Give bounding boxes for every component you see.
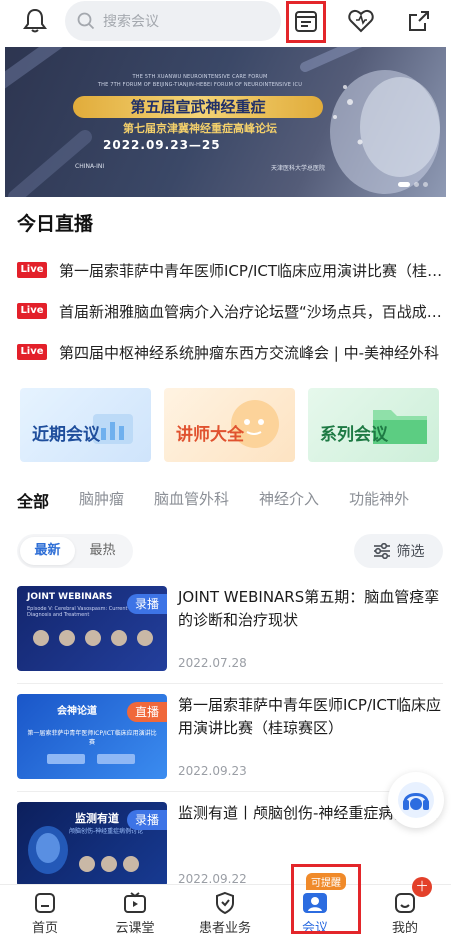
- meeting-date: 2022.07.28: [178, 656, 247, 670]
- carousel-dots[interactable]: [398, 182, 428, 187]
- replay-tag: 录播: [127, 594, 167, 614]
- filter-sliders-icon: [373, 543, 390, 559]
- nav-label: 首页: [31, 921, 58, 936]
- topic-tabs: 全部 脑肿瘤 脑血管外科 神经介入 功能神外: [17, 488, 439, 512]
- live-item[interactable]: Live 首届新湘雅脑血管病介入治疗论坛暨“沙场点兵，百战成钢”: [17, 299, 447, 323]
- banner-title: 第五届宣武神经重症: [73, 96, 323, 118]
- banner-subtitle: 第七届京津冀神经重症高峰论坛: [123, 122, 277, 135]
- category-label: 讲师大全: [176, 425, 244, 445]
- bottom-nav: 首页 云课堂 患者业务 可提醒 会议 十 我的: [0, 873, 451, 936]
- meeting-thumbnail: 监测有道 颅脑创伤-神经重症病例讨论 录播: [17, 802, 167, 887]
- banner-en-line-2: THE 7TH FORUM OF BEIJING-TIANJIN-HEBEI F…: [97, 82, 303, 88]
- tab-brain-tumor[interactable]: 脑肿瘤: [79, 488, 124, 512]
- headset-icon: [398, 782, 434, 818]
- live-item[interactable]: Live 第一届索菲萨中青年医师ICP/ICT临床应用演讲比赛（桂琼赛区）: [17, 258, 447, 282]
- highlight-box-calendar: [286, 1, 326, 43]
- meeting-list-item[interactable]: 会神论道 第一届索菲萨中青年医师ICP/ICT临床应用演讲比赛 直播 第一届索菲…: [17, 694, 443, 790]
- customer-service-button[interactable]: [388, 772, 444, 828]
- mine-badge: 十: [412, 877, 432, 897]
- carousel-dot[interactable]: [414, 182, 419, 187]
- filter-label: 筛选: [396, 544, 425, 560]
- banner-en-line-1: THE 5TH XUANWU NEUROINTENSIVE CARE FORUM: [132, 74, 268, 80]
- filter-button[interactable]: 筛选: [354, 534, 443, 568]
- thumbnail-subtitle: Episode V: Cerebral Vasospasm: Current D…: [27, 606, 128, 618]
- event-banner[interactable]: THE 5TH XUANWU NEUROINTENSIVE CARE FORUM…: [5, 47, 446, 197]
- highlight-box-meeting-tab: [291, 864, 361, 934]
- search-placeholder: 搜索会议: [103, 14, 159, 30]
- live-item[interactable]: Live 第四届中枢神经系统肿瘤东西方交流峰会 | 中-美神经外科: [17, 340, 447, 364]
- live-tag: 直播: [127, 702, 167, 722]
- nav-mine[interactable]: 十 我的: [360, 877, 450, 936]
- tab-functional[interactable]: 功能神外: [349, 488, 409, 512]
- meeting-title: 第一届索菲萨中青年医师ICP/ICT临床应用演讲比赛（桂琼赛区）: [178, 696, 442, 737]
- banner-date: 2022.09.23—25: [103, 138, 221, 152]
- nav-label: 患者业务: [198, 921, 251, 936]
- search-input[interactable]: 搜索会议: [65, 1, 281, 41]
- meeting-list-item[interactable]: JOINT WEBINARS Episode V: Cerebral Vasos…: [17, 586, 443, 682]
- live-item-title: 第一届索菲萨中青年医师ICP/ICT临床应用演讲比赛（桂琼赛区）: [59, 261, 444, 280]
- divider: [17, 791, 443, 792]
- nav-home[interactable]: 首页: [0, 885, 90, 936]
- tab-all[interactable]: 全部: [17, 488, 49, 512]
- nav-cloud-class[interactable]: 云课堂: [90, 885, 180, 936]
- top-bar: 搜索会议: [0, 0, 451, 46]
- nav-label: 云课堂: [115, 921, 155, 936]
- meeting-date: 2022.09.23: [178, 764, 247, 778]
- tab-cerebrovascular[interactable]: 脑血管外科: [154, 488, 229, 512]
- meeting-thumbnail: JOINT WEBINARS Episode V: Cerebral Vasos…: [17, 586, 167, 671]
- thumbnail-title: JOINT WEBINARS: [27, 592, 113, 602]
- live-item-title: 第四届中枢神经系统肿瘤东西方交流峰会 | 中-美神经外科: [59, 343, 440, 362]
- sort-latest[interactable]: 最新: [20, 537, 75, 565]
- meeting-thumbnail: 会神论道 第一届索菲萨中青年医师ICP/ICT临床应用演讲比赛 直播: [17, 694, 167, 779]
- banner-logo-1: CHINA-INI: [75, 163, 105, 170]
- category-label: 系列会议: [320, 425, 388, 445]
- category-lecturers[interactable]: 讲师大全: [164, 388, 295, 462]
- thumbnail-subtitle: 第一届索菲萨中青年医师ICP/ICT临床应用演讲比赛: [27, 730, 157, 746]
- live-item-title: 首届新湘雅脑血管病介入治疗论坛暨“沙场点兵，百战成钢”: [59, 302, 444, 321]
- category-series[interactable]: 系列会议: [308, 388, 439, 462]
- live-badge: Live: [17, 262, 47, 278]
- meeting-title: JOINT WEBINARS第五期：脑血管痉挛的诊断和治疗现状: [178, 588, 440, 629]
- sponsor-logos: [47, 754, 135, 764]
- thumbnail-title: 监测有道: [75, 812, 119, 825]
- search-icon: [77, 12, 95, 30]
- user-icon: [395, 893, 415, 913]
- speaker-photos: [79, 856, 139, 872]
- nav-label: 我的: [391, 921, 418, 936]
- live-badge: Live: [17, 303, 47, 319]
- share-icon[interactable]: [404, 6, 434, 36]
- sort-toggle: 最新 最热: [17, 534, 133, 568]
- live-badge: Live: [17, 344, 47, 360]
- tab-neuro-intervention[interactable]: 神经介入: [259, 488, 319, 512]
- replay-tag: 录播: [127, 810, 167, 830]
- sort-hottest[interactable]: 最热: [75, 537, 130, 565]
- heart-health-icon[interactable]: [346, 6, 376, 36]
- tv-play-icon: [124, 892, 146, 913]
- category-recent-meetings[interactable]: 近期会议: [20, 388, 151, 462]
- banner-logos: CHINA-INI 天津医科大学总医院: [75, 163, 325, 172]
- banner-logo-2: 天津医科大学总医院: [270, 165, 325, 172]
- home-icon: [35, 893, 55, 913]
- brain-scan-image: [28, 826, 68, 874]
- speaker-photos: [33, 630, 153, 646]
- nav-patient-business[interactable]: 患者业务: [180, 885, 270, 936]
- category-label: 近期会议: [32, 425, 100, 445]
- section-title-live: 今日直播: [17, 213, 94, 235]
- shield-heart-icon: [216, 891, 234, 915]
- carousel-dot[interactable]: [398, 182, 410, 187]
- carousel-dot[interactable]: [423, 182, 428, 187]
- divider: [17, 683, 443, 684]
- bell-icon[interactable]: [20, 6, 50, 36]
- thumbnail-title: 会神论道: [57, 706, 97, 717]
